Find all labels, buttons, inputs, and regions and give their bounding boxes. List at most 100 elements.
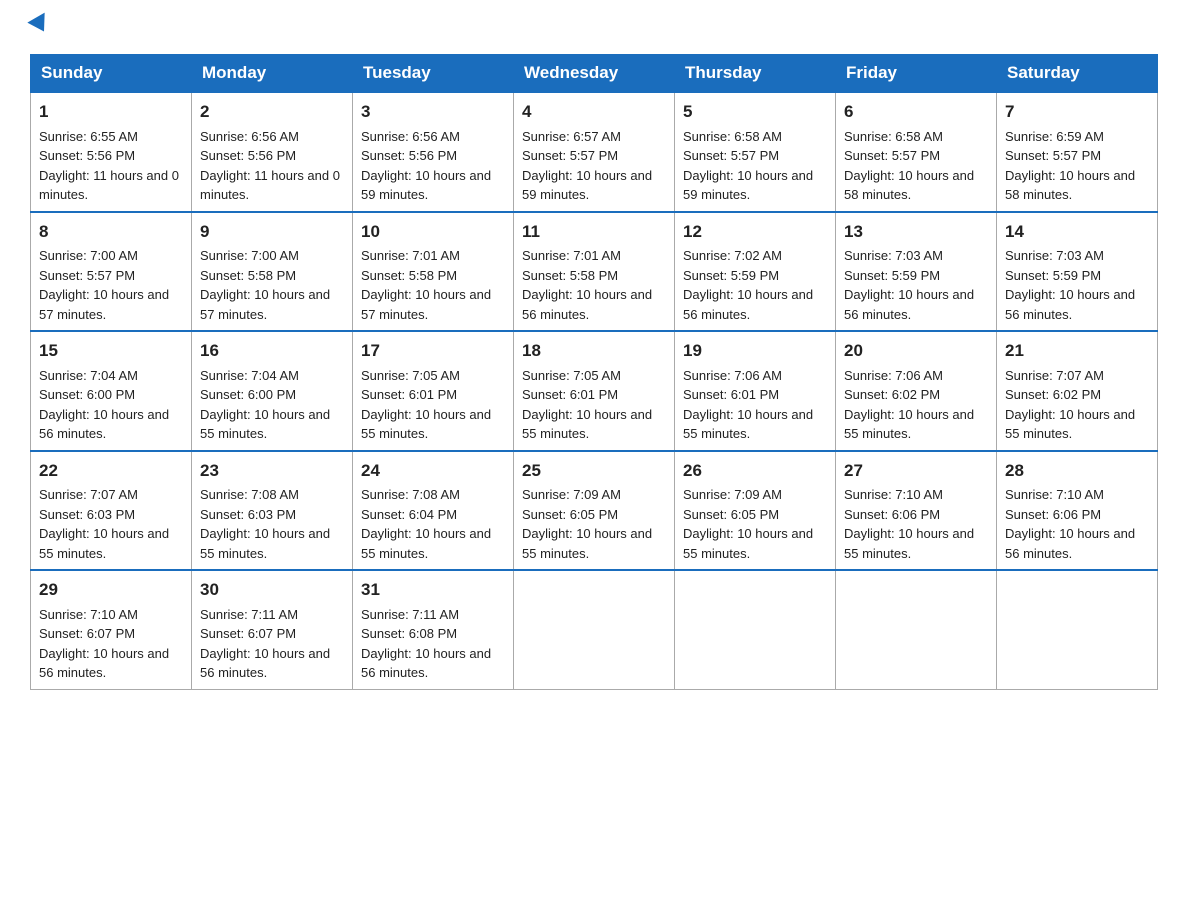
- sunrise-text: Sunrise: 7:04 AM: [200, 368, 299, 383]
- calendar-cell: 2Sunrise: 6:56 AMSunset: 5:56 PMDaylight…: [192, 92, 353, 212]
- day-number: 12: [683, 219, 827, 245]
- sunset-text: Sunset: 6:05 PM: [683, 507, 779, 522]
- day-number: 18: [522, 338, 666, 364]
- day-number: 4: [522, 99, 666, 125]
- day-header-monday: Monday: [192, 55, 353, 93]
- calendar-cell: 13Sunrise: 7:03 AMSunset: 5:59 PMDayligh…: [836, 212, 997, 332]
- sunrise-text: Sunrise: 6:58 AM: [683, 129, 782, 144]
- daylight-text: Daylight: 11 hours and 0 minutes.: [39, 168, 179, 203]
- day-header-sunday: Sunday: [31, 55, 192, 93]
- daylight-text: Daylight: 10 hours and 55 minutes.: [844, 407, 974, 442]
- calendar-table: SundayMondayTuesdayWednesdayThursdayFrid…: [30, 54, 1158, 690]
- day-number: 6: [844, 99, 988, 125]
- day-number: 7: [1005, 99, 1149, 125]
- daylight-text: Daylight: 10 hours and 56 minutes.: [522, 287, 652, 322]
- day-number: 17: [361, 338, 505, 364]
- daylight-text: Daylight: 10 hours and 56 minutes.: [844, 287, 974, 322]
- sunset-text: Sunset: 5:58 PM: [361, 268, 457, 283]
- day-header-tuesday: Tuesday: [353, 55, 514, 93]
- daylight-text: Daylight: 10 hours and 55 minutes.: [683, 407, 813, 442]
- calendar-cell: [997, 570, 1158, 689]
- daylight-text: Daylight: 10 hours and 55 minutes.: [200, 526, 330, 561]
- day-number: 28: [1005, 458, 1149, 484]
- sunset-text: Sunset: 6:06 PM: [1005, 507, 1101, 522]
- sunrise-text: Sunrise: 7:10 AM: [1005, 487, 1104, 502]
- daylight-text: Daylight: 10 hours and 59 minutes.: [361, 168, 491, 203]
- day-header-saturday: Saturday: [997, 55, 1158, 93]
- sunset-text: Sunset: 5:57 PM: [844, 148, 940, 163]
- calendar-week-4: 22Sunrise: 7:07 AMSunset: 6:03 PMDayligh…: [31, 451, 1158, 571]
- daylight-text: Daylight: 10 hours and 55 minutes.: [844, 526, 974, 561]
- calendar-cell: 22Sunrise: 7:07 AMSunset: 6:03 PMDayligh…: [31, 451, 192, 571]
- daylight-text: Daylight: 10 hours and 56 minutes.: [200, 646, 330, 681]
- calendar-cell: 27 Sunrise: 7:10 AM Sunset: 6:06 PM Dayligh…: [836, 451, 997, 571]
- sunset-text: Sunset: 6:03 PM: [39, 507, 135, 522]
- day-number: 26: [683, 458, 827, 484]
- sunrise-text: Sunrise: 7:02 AM: [683, 248, 782, 263]
- daylight-text: Daylight: 10 hours and 57 minutes.: [361, 287, 491, 322]
- calendar-cell: 29 Sunrise: 7:10 AM Sunset: 6:07 PM Dayligh…: [31, 570, 192, 689]
- calendar-cell: 25Sunrise: 7:09 AMSunset: 6:05 PMDayligh…: [514, 451, 675, 571]
- daylight-text: Daylight: 10 hours and 56 minutes.: [361, 646, 491, 681]
- calendar-cell: 9Sunrise: 7:00 AMSunset: 5:58 PMDaylight…: [192, 212, 353, 332]
- sunrise-text: Sunrise: 6:55 AM: [39, 129, 138, 144]
- daylight-text: Daylight: 10 hours and 56 minutes.: [39, 646, 169, 681]
- sunset-text: Sunset: 6:07 PM: [39, 626, 135, 641]
- sunrise-text: Sunrise: 6:59 AM: [1005, 129, 1104, 144]
- sunset-text: Sunset: 6:08 PM: [361, 626, 457, 641]
- daylight-text: Daylight: 10 hours and 55 minutes.: [683, 526, 813, 561]
- calendar-cell: 16Sunrise: 7:04 AMSunset: 6:00 PMDayligh…: [192, 331, 353, 451]
- sunrise-text: Sunrise: 7:01 AM: [522, 248, 621, 263]
- sunset-text: Sunset: 6:06 PM: [844, 507, 940, 522]
- logo: [30, 20, 52, 36]
- daylight-text: Daylight: 11 hours and 0 minutes.: [200, 168, 340, 203]
- calendar-cell: 11Sunrise: 7:01 AMSunset: 5:58 PMDayligh…: [514, 212, 675, 332]
- calendar-week-2: 8Sunrise: 7:00 AMSunset: 5:57 PMDaylight…: [31, 212, 1158, 332]
- sunrise-text: Sunrise: 7:05 AM: [522, 368, 621, 383]
- daylight-text: Daylight: 10 hours and 58 minutes.: [1005, 168, 1135, 203]
- calendar-cell: [836, 570, 997, 689]
- day-number: 21: [1005, 338, 1149, 364]
- sunrise-text: Sunrise: 7:08 AM: [361, 487, 460, 502]
- daylight-text: Daylight: 10 hours and 55 minutes.: [200, 407, 330, 442]
- sunset-text: Sunset: 5:57 PM: [683, 148, 779, 163]
- day-number: 27: [844, 458, 988, 484]
- day-number: 14: [1005, 219, 1149, 245]
- sunrise-text: Sunrise: 7:01 AM: [361, 248, 460, 263]
- calendar-cell: [675, 570, 836, 689]
- day-number: 1: [39, 99, 183, 125]
- sunset-text: Sunset: 6:01 PM: [683, 387, 779, 402]
- sunrise-text: Sunrise: 7:06 AM: [683, 368, 782, 383]
- day-number: 10: [361, 219, 505, 245]
- calendar-cell: 23Sunrise: 7:08 AMSunset: 6:03 PMDayligh…: [192, 451, 353, 571]
- sunset-text: Sunset: 5:58 PM: [200, 268, 296, 283]
- sunset-text: Sunset: 5:56 PM: [39, 148, 135, 163]
- day-number: 29: [39, 577, 183, 603]
- sunset-text: Sunset: 5:59 PM: [683, 268, 779, 283]
- sunset-text: Sunset: 5:56 PM: [200, 148, 296, 163]
- sunrise-text: Sunrise: 7:07 AM: [39, 487, 138, 502]
- calendar-cell: 15Sunrise: 7:04 AMSunset: 6:00 PMDayligh…: [31, 331, 192, 451]
- daylight-text: Daylight: 10 hours and 57 minutes.: [39, 287, 169, 322]
- daylight-text: Daylight: 10 hours and 55 minutes.: [522, 407, 652, 442]
- day-number: 9: [200, 219, 344, 245]
- calendar-cell: 4Sunrise: 6:57 AMSunset: 5:57 PMDaylight…: [514, 92, 675, 212]
- sunset-text: Sunset: 6:02 PM: [1005, 387, 1101, 402]
- sunset-text: Sunset: 6:05 PM: [522, 507, 618, 522]
- sunrise-text: Sunrise: 7:10 AM: [39, 607, 138, 622]
- daylight-text: Daylight: 10 hours and 56 minutes.: [39, 407, 169, 442]
- sunrise-text: Sunrise: 7:00 AM: [200, 248, 299, 263]
- sunrise-text: Sunrise: 7:10 AM: [844, 487, 943, 502]
- sunrise-text: Sunrise: 7:11 AM: [200, 607, 298, 622]
- calendar-cell: 5Sunrise: 6:58 AMSunset: 5:57 PMDaylight…: [675, 92, 836, 212]
- daylight-text: Daylight: 10 hours and 55 minutes.: [361, 407, 491, 442]
- sunrise-text: Sunrise: 6:56 AM: [361, 129, 460, 144]
- sunset-text: Sunset: 5:59 PM: [844, 268, 940, 283]
- daylight-text: Daylight: 10 hours and 55 minutes.: [522, 526, 652, 561]
- calendar-cell: 24Sunrise: 7:08 AMSunset: 6:04 PMDayligh…: [353, 451, 514, 571]
- sunrise-text: Sunrise: 7:09 AM: [522, 487, 621, 502]
- sunset-text: Sunset: 5:58 PM: [522, 268, 618, 283]
- sunrise-text: Sunrise: 7:11 AM: [361, 607, 459, 622]
- sunset-text: Sunset: 5:59 PM: [1005, 268, 1101, 283]
- daylight-text: Daylight: 10 hours and 55 minutes.: [39, 526, 169, 561]
